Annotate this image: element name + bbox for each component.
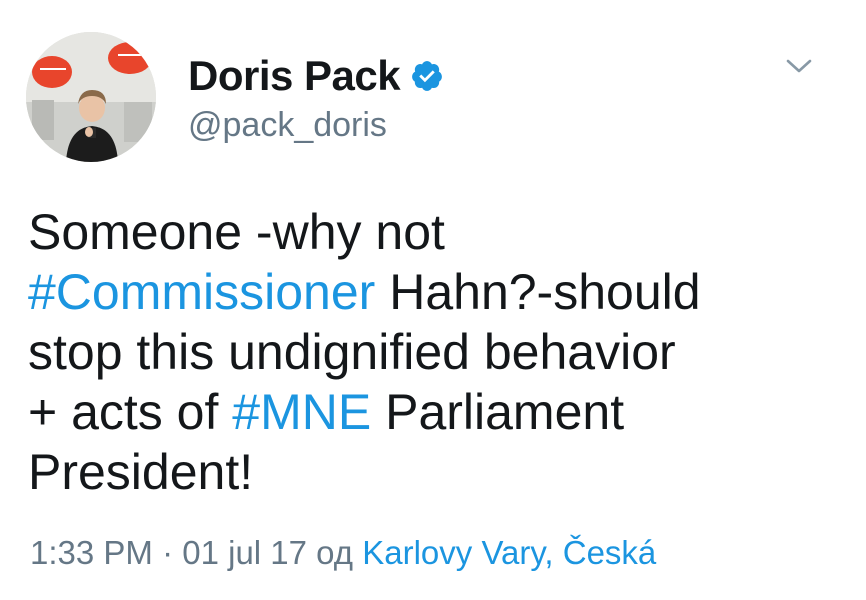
previous-content-fragment: ••: [268, 0, 298, 4]
tweet-text-line: #Commissioner Hahn?-should: [28, 262, 848, 322]
meta-separator: ·: [152, 534, 183, 571]
tweet-text-segment: + acts of: [28, 384, 233, 440]
chevron-down-icon[interactable]: [784, 54, 814, 78]
hashtag-link-commissioner[interactable]: #Commissioner: [28, 264, 375, 320]
hashtag-link-mne[interactable]: #MNE: [232, 384, 371, 440]
tweet-text-segment: Parliament: [371, 384, 625, 440]
avatar-photo: [26, 32, 156, 162]
tweet-text-line: Someone -why not: [28, 202, 848, 262]
tweet-text-segment: Hahn?-should: [375, 264, 701, 320]
tweet-text-segment: Someone -why not: [28, 204, 445, 260]
location-link[interactable]: Karlovy Vary, Česká: [362, 534, 656, 571]
tweet-text-segment: President!: [28, 444, 254, 500]
avatar[interactable]: [26, 32, 156, 162]
author-display-name[interactable]: Doris Pack: [188, 52, 401, 100]
tweet-text: Someone -why not #Commissioner Hahn?-sho…: [28, 202, 848, 502]
tweet-text-segment: stop this undignified behavior: [28, 324, 676, 380]
tweet-text-line: President!: [28, 442, 848, 502]
tweet-metadata: 1:33 PM · 01 jul 17 од Karlovy Vary, Čes…: [30, 534, 656, 574]
tweet-date[interactable]: 01 jul 17: [182, 534, 307, 571]
verified-badge-icon: [410, 59, 444, 93]
tweet-time[interactable]: 1:33 PM: [30, 534, 153, 571]
author-handle[interactable]: @pack_doris: [188, 106, 387, 145]
author-row: Doris Pack: [188, 50, 444, 102]
tweet-text-line: stop this undignified behavior: [28, 322, 848, 382]
location-from-label: од: [307, 534, 363, 571]
tweet-text-line: + acts of #MNE Parliament: [28, 382, 848, 442]
tweet-card: •• Doris Pack @pack_doris: [0, 0, 866, 600]
